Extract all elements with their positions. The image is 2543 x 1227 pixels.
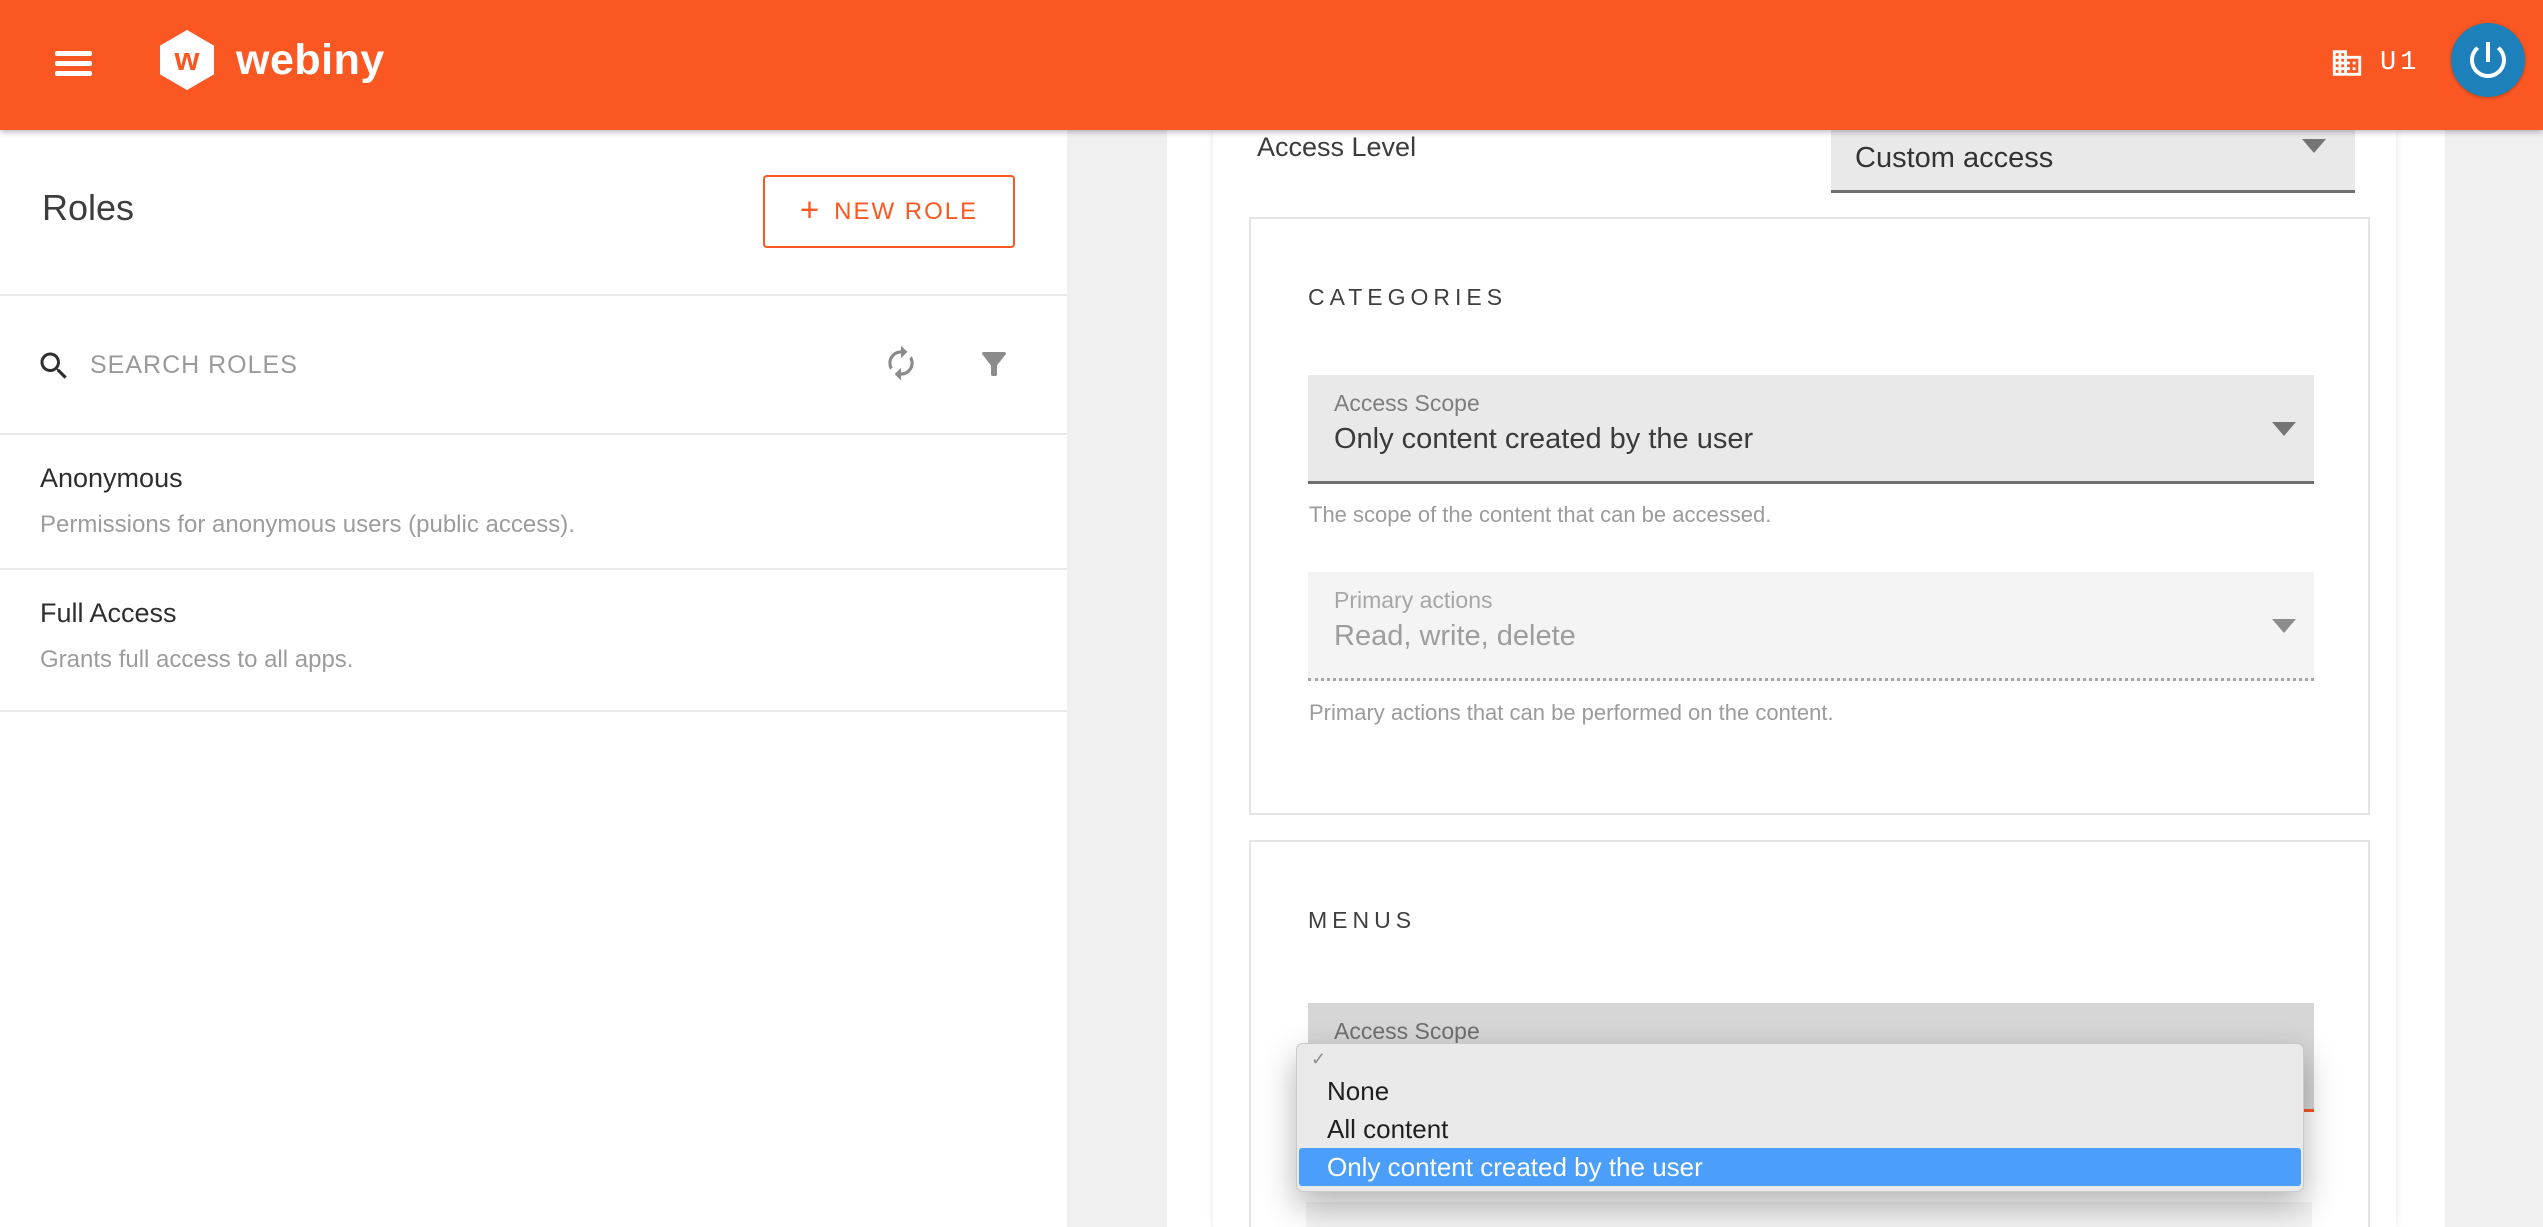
- access-scope-value: Only content created by the user: [1334, 423, 1753, 456]
- webiny-wordmark: webiny: [236, 36, 385, 85]
- menus-primary-actions-field-partial: [1306, 1202, 2312, 1227]
- webiny-logo-initial: w: [175, 41, 200, 78]
- access-level-label: Access Level: [1257, 132, 1416, 163]
- roles-list-panel: Roles + NEW ROLE Anonymous Permissions f…: [0, 130, 1067, 1227]
- dropdown-option-only-content-created-by-user[interactable]: Only content created by the user: [1299, 1148, 2301, 1186]
- search-icon: [36, 348, 72, 384]
- search-input[interactable]: [90, 342, 690, 388]
- filter-button[interactable]: [976, 346, 1012, 385]
- primary-actions-value: Read, write, delete: [1334, 620, 1576, 653]
- categories-section-title: CATEGORIES: [1308, 284, 1507, 311]
- role-description: Grants full access to all apps.: [40, 646, 353, 674]
- divider: [0, 294, 1067, 296]
- access-scope-label: Access Scope: [1334, 1018, 1480, 1045]
- access-level-value: Custom access: [1855, 142, 2053, 175]
- native-select-dropdown: ✓ None All content Only content created …: [1296, 1043, 2304, 1192]
- categories-access-scope-select[interactable]: Access Scope Only content created by the…: [1308, 375, 2314, 484]
- check-icon: ✓: [1311, 1049, 1326, 1069]
- plus-icon: +: [800, 191, 819, 229]
- webiny-logo[interactable]: w webiny: [160, 30, 385, 90]
- access-scope-label: Access Scope: [1334, 390, 1480, 417]
- webiny-admin-app: w webiny U1 Roles + NEW ROLE: [0, 0, 2543, 1227]
- new-role-button-label: NEW ROLE: [834, 198, 978, 226]
- dropdown-option-all-content[interactable]: All content: [1297, 1110, 2303, 1148]
- refresh-icon: [882, 344, 920, 382]
- top-app-bar: w webiny U1: [0, 0, 2543, 130]
- access-level-select[interactable]: Custom access: [1831, 130, 2355, 193]
- categories-primary-actions-select: Primary actions Read, write, delete: [1308, 572, 2314, 681]
- menus-section-title: MENUS: [1308, 907, 1416, 934]
- chevron-down-icon: [2272, 619, 2296, 633]
- tenant-switcher[interactable]: U1: [2330, 46, 2420, 80]
- webiny-hexagon-icon: w: [160, 30, 214, 90]
- building-icon: [2330, 46, 2364, 80]
- role-description: Permissions for anonymous users (public …: [40, 511, 575, 539]
- user-avatar[interactable]: [2451, 23, 2525, 97]
- hamburger-menu-icon[interactable]: [55, 51, 92, 76]
- role-list-item-full-access[interactable]: Full Access Grants full access to all ap…: [0, 570, 1067, 710]
- role-name: Full Access: [40, 598, 177, 629]
- access-scope-helper: The scope of the content that can be acc…: [1309, 502, 1771, 528]
- primary-actions-helper: Primary actions that can be performed on…: [1309, 700, 1834, 726]
- refresh-button[interactable]: [882, 344, 920, 385]
- dropdown-option-blank[interactable]: ✓: [1297, 1044, 2303, 1072]
- filter-icon: [976, 346, 1012, 382]
- divider: [0, 710, 1067, 712]
- role-name: Anonymous: [40, 463, 183, 494]
- categories-section: CATEGORIES Access Scope Only content cre…: [1249, 217, 2370, 815]
- primary-actions-label: Primary actions: [1334, 587, 1492, 614]
- role-list-item-anonymous[interactable]: Anonymous Permissions for anonymous user…: [0, 435, 1067, 575]
- power-icon: [2464, 36, 2512, 84]
- dropdown-option-none[interactable]: None: [1297, 1072, 2303, 1110]
- page-title: Roles: [42, 187, 134, 229]
- new-role-button[interactable]: + NEW ROLE: [763, 175, 1015, 248]
- chevron-down-icon: [2302, 139, 2326, 153]
- tenant-label: U1: [2380, 48, 2420, 78]
- chevron-down-icon: [2272, 422, 2296, 436]
